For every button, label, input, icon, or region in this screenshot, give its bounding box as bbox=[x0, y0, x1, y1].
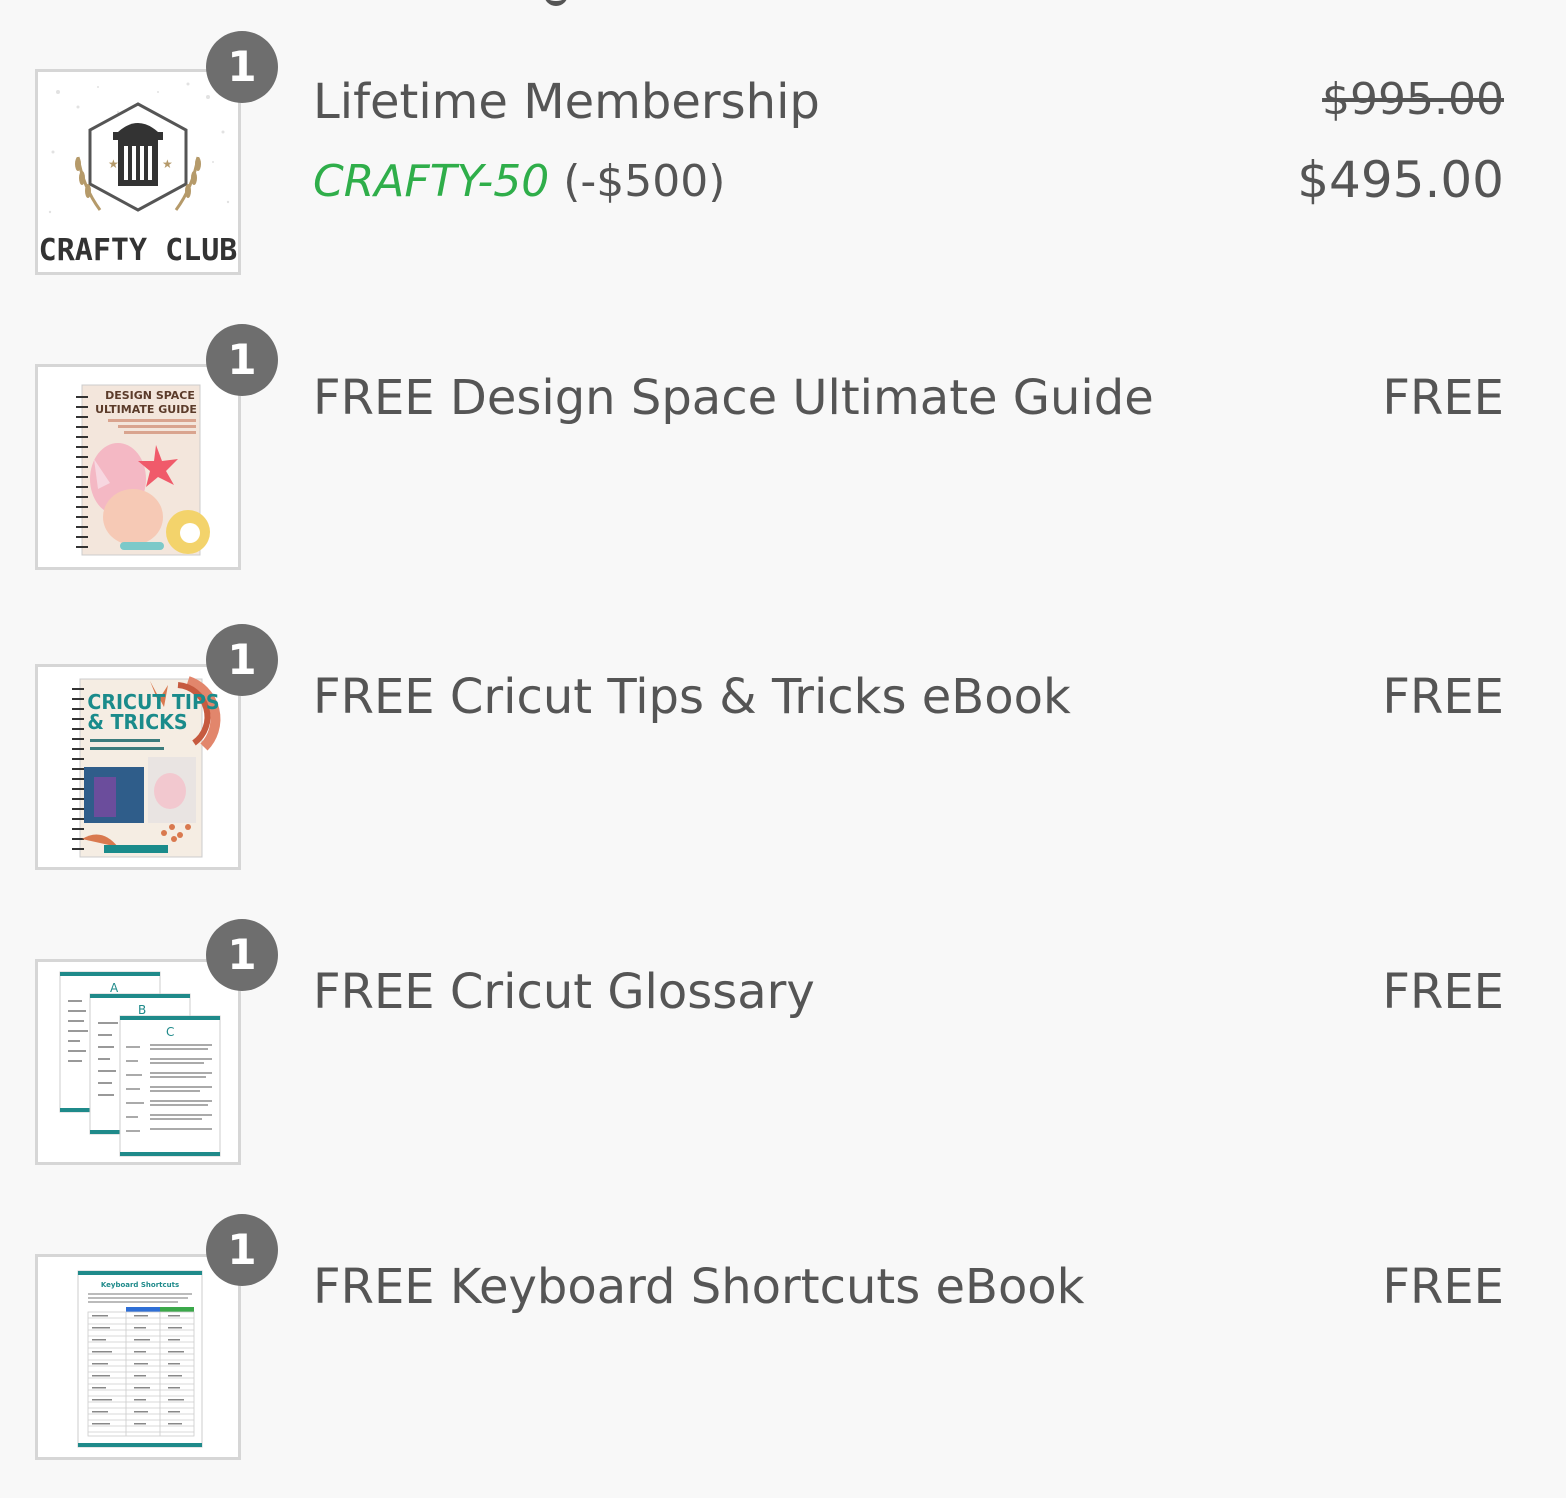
product-name: FREE Keyboard Shortcuts eBook bbox=[313, 1259, 1085, 1315]
svg-text:★: ★ bbox=[108, 157, 119, 171]
product-image-cricut-glossary: A B C bbox=[35, 959, 241, 1165]
line-item: ★ ★ CRAFTY CLUB 1 Lifetime Membership CR… bbox=[0, 0, 1566, 300]
design-space-guide-cover: DESIGN SPACE ULTIMATE GUIDE bbox=[38, 367, 238, 567]
quantity-badge: 1 bbox=[206, 1214, 278, 1286]
product-name: FREE Cricut Glossary bbox=[313, 964, 815, 1020]
quantity-badge: 1 bbox=[206, 31, 278, 103]
svg-text:ULTIMATE GUIDE: ULTIMATE GUIDE bbox=[95, 403, 197, 416]
item-price: FREE bbox=[1382, 1259, 1504, 1315]
svg-text:C: C bbox=[166, 1025, 174, 1039]
svg-text:★: ★ bbox=[162, 157, 173, 171]
quantity-badge: 1 bbox=[206, 324, 278, 396]
item-price: FREE bbox=[1382, 669, 1504, 725]
cricut-glossary-pages: A B C bbox=[38, 962, 238, 1162]
keyboard-shortcuts-cover: Keyboard Shortcuts bbox=[38, 1257, 238, 1457]
product-name: FREE Cricut Tips & Tricks eBook bbox=[313, 669, 1071, 725]
line-item: DESIGN SPACE ULTIMATE GUIDE 1 FREE Desig… bbox=[0, 300, 1566, 600]
quantity-badge: 1 bbox=[206, 624, 278, 696]
discount-line: CRAFTY-50 (-$500) bbox=[313, 154, 725, 210]
crafty-club-logo: ★ ★ CRAFTY CLUB bbox=[38, 72, 238, 272]
discount-amount: (-$500) bbox=[563, 156, 726, 207]
discounted-price: $495.00 bbox=[1297, 151, 1504, 209]
product-image-keyboard-shortcuts: Keyboard Shortcuts bbox=[35, 1254, 241, 1460]
svg-text:& TRICKS: & TRICKS bbox=[87, 711, 187, 735]
product-name: Lifetime Membership bbox=[313, 74, 820, 130]
line-item: CRICUT TIPS & TRICKS 1 FREE Cricut Tips … bbox=[0, 600, 1566, 900]
svg-text:A: A bbox=[110, 981, 119, 995]
quantity-badge: 1 bbox=[206, 919, 278, 991]
original-price: $995.00 bbox=[1322, 74, 1504, 125]
product-name: FREE Design Space Ultimate Guide bbox=[313, 370, 1154, 426]
line-item: A B C 1 FREE Cricut Glossary FREE bbox=[0, 900, 1566, 1200]
svg-text:DESIGN SPACE: DESIGN SPACE bbox=[105, 389, 195, 402]
product-image-crafty-club: ★ ★ CRAFTY CLUB bbox=[35, 69, 241, 275]
line-item: Keyboard Shortcuts 1 FREE Keyboard Short… bbox=[0, 1200, 1566, 1498]
discount-code: CRAFTY-50 bbox=[313, 156, 550, 207]
product-image-cricut-tips-tricks: CRICUT TIPS & TRICKS bbox=[35, 664, 241, 870]
product-image-design-space-guide: DESIGN SPACE ULTIMATE GUIDE bbox=[35, 364, 241, 570]
svg-text:B: B bbox=[138, 1003, 146, 1017]
item-price: FREE bbox=[1382, 370, 1504, 426]
cricut-tips-tricks-cover: CRICUT TIPS & TRICKS bbox=[38, 667, 238, 867]
svg-text:CRAFTY CLUB: CRAFTY CLUB bbox=[39, 233, 238, 268]
svg-text:Keyboard Shortcuts: Keyboard Shortcuts bbox=[101, 1281, 179, 1289]
item-price: FREE bbox=[1382, 964, 1504, 1020]
